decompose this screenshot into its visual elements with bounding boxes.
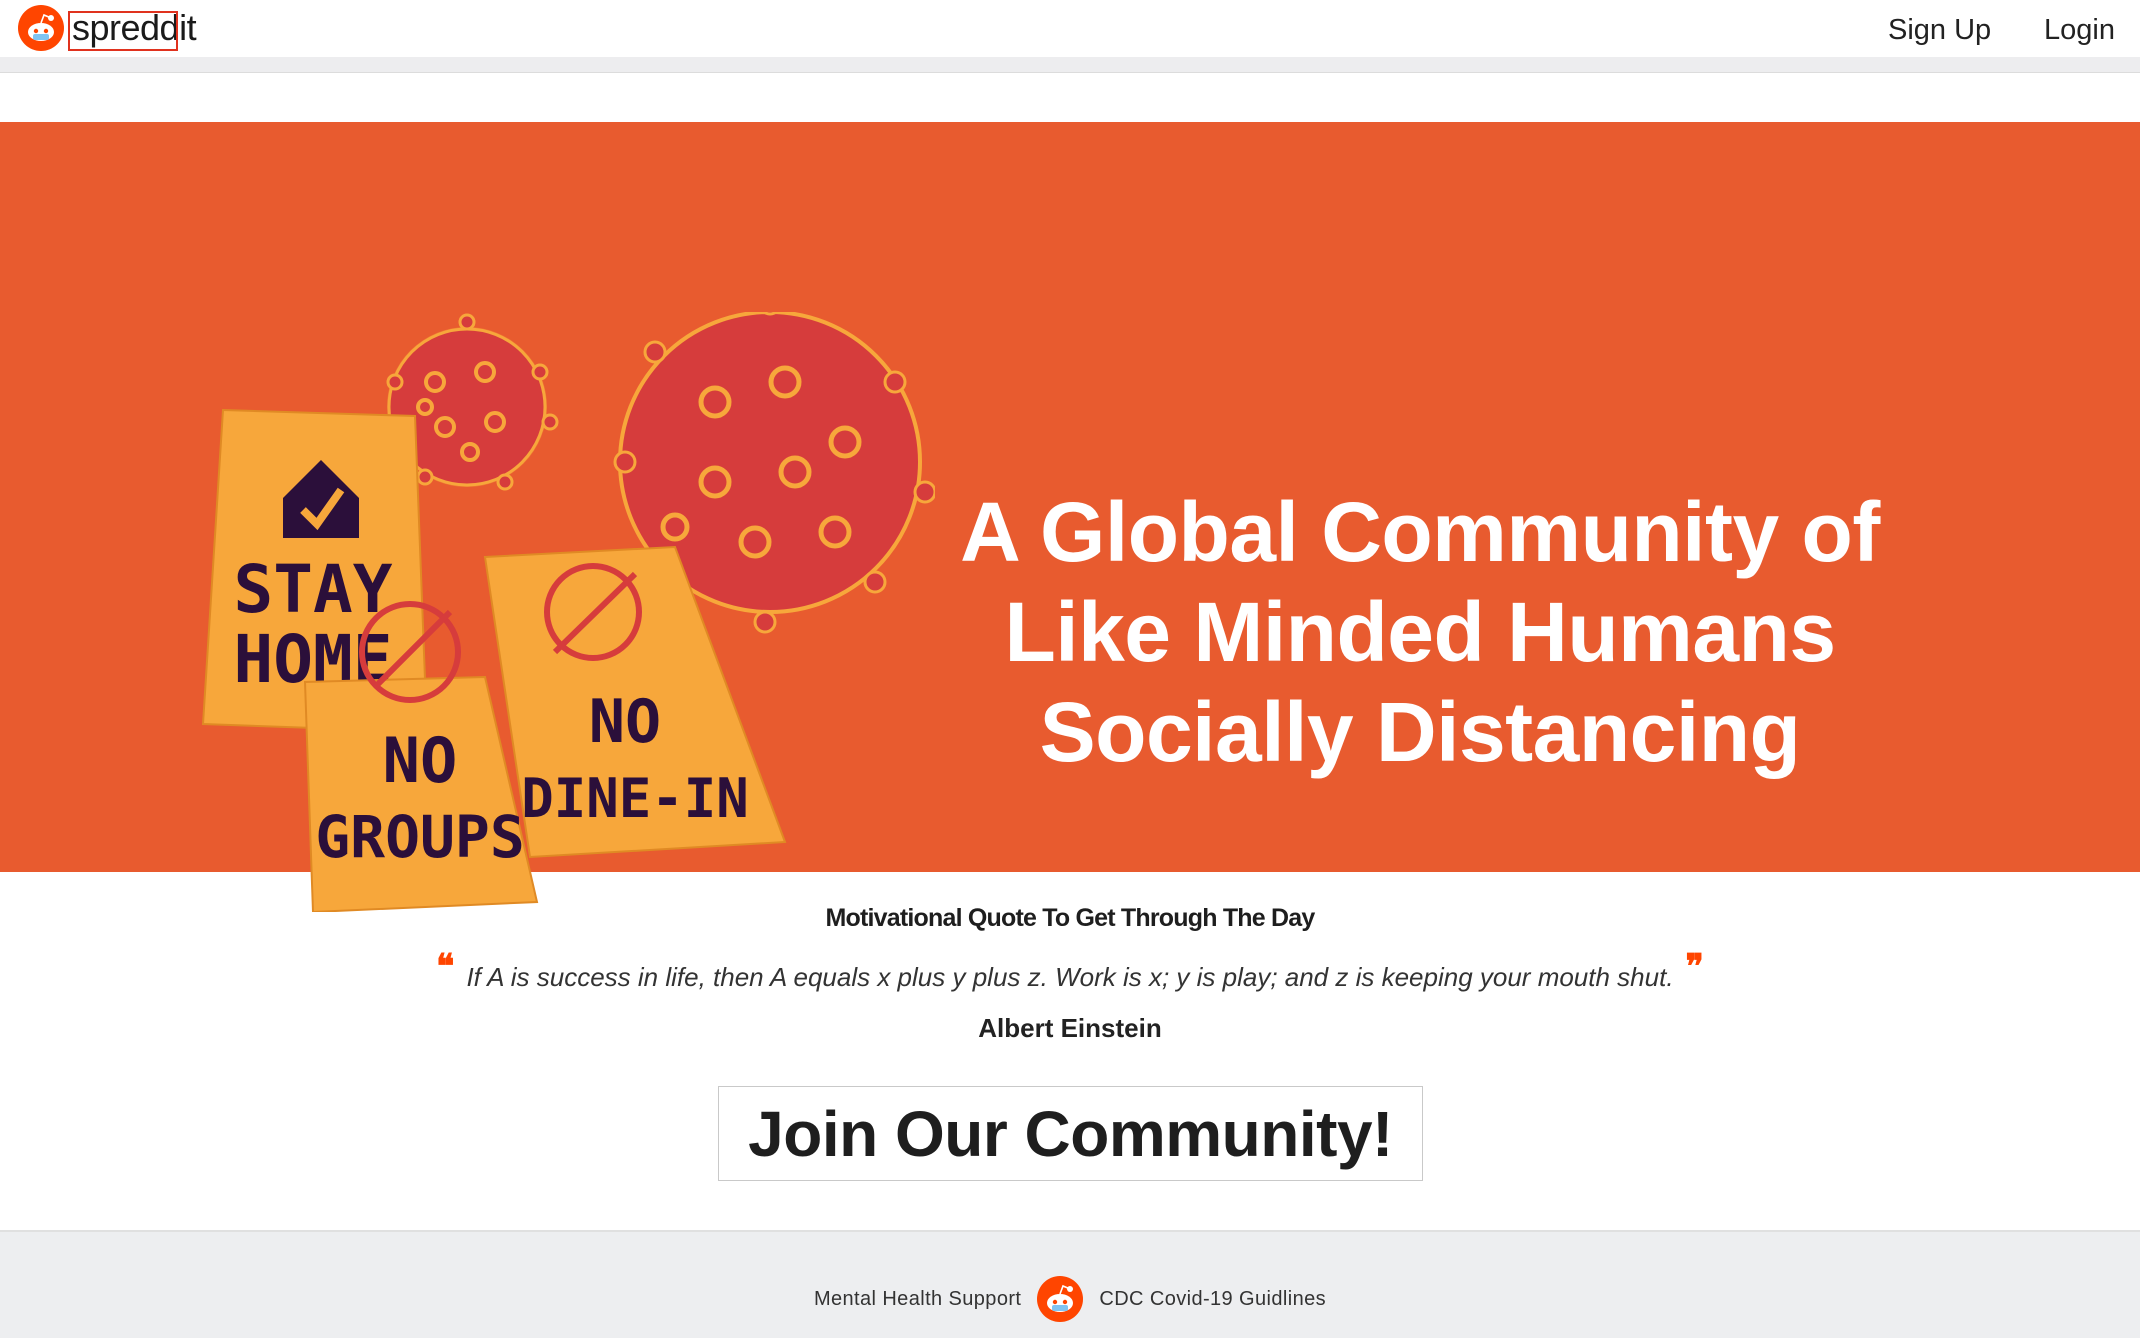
quote-author: Albert Einstein (978, 1013, 1162, 1043)
footer: Mental Health Support CDC Covid-19 Guidl… (0, 1230, 2140, 1338)
hero-title: A Global Community of Like Minded Humans… (900, 482, 1940, 782)
spreddit-alien-icon (18, 5, 64, 51)
hero-title-line: Like Minded Humans (1004, 585, 1836, 679)
join-community-button[interactable]: Join Our Community! (718, 1086, 1423, 1181)
svg-text:GROUPS: GROUPS (315, 803, 525, 871)
quote-text: If A is success in life, then A equals x… (466, 962, 1674, 992)
hero-title-line: A Global Community of (960, 485, 1880, 579)
quote-heading: Motivational Quote To Get Through The Da… (825, 904, 1316, 932)
brand-home-link[interactable]: spreddit (18, 5, 200, 51)
brand-name: spreddit (68, 8, 200, 51)
svg-text:DINE-IN: DINE-IN (521, 767, 749, 830)
close-quote-icon: ❞ (1685, 947, 1704, 987)
mental-health-support-link[interactable]: Mental Health Support (814, 1288, 1021, 1311)
spreddit-alien-icon (1037, 1276, 1084, 1322)
hero-title-line: Socially Distancing (1039, 685, 1801, 779)
svg-text:STAY: STAY (234, 551, 393, 628)
svg-text:NO: NO (589, 687, 661, 757)
hero-banner: STAY HOME NO GROUPS NO DINE-IN A Global … (0, 122, 2140, 912)
top-navbar: spreddit Sign Up Login (0, 0, 2140, 58)
nav-divider-strip (0, 57, 2140, 73)
signup-link[interactable]: Sign Up (1888, 10, 1991, 50)
login-link[interactable]: Login (2044, 10, 2115, 50)
cdc-guidelines-link[interactable]: CDC Covid-19 Guidlines (1099, 1288, 1326, 1311)
social-distancing-illustration: STAY HOME NO GROUPS NO DINE-IN (201, 312, 935, 912)
quote-block: ❝ If A is success in life, then A equals … (0, 947, 2140, 995)
open-quote-icon: ❝ (436, 947, 455, 987)
svg-text:NO: NO (383, 724, 458, 797)
